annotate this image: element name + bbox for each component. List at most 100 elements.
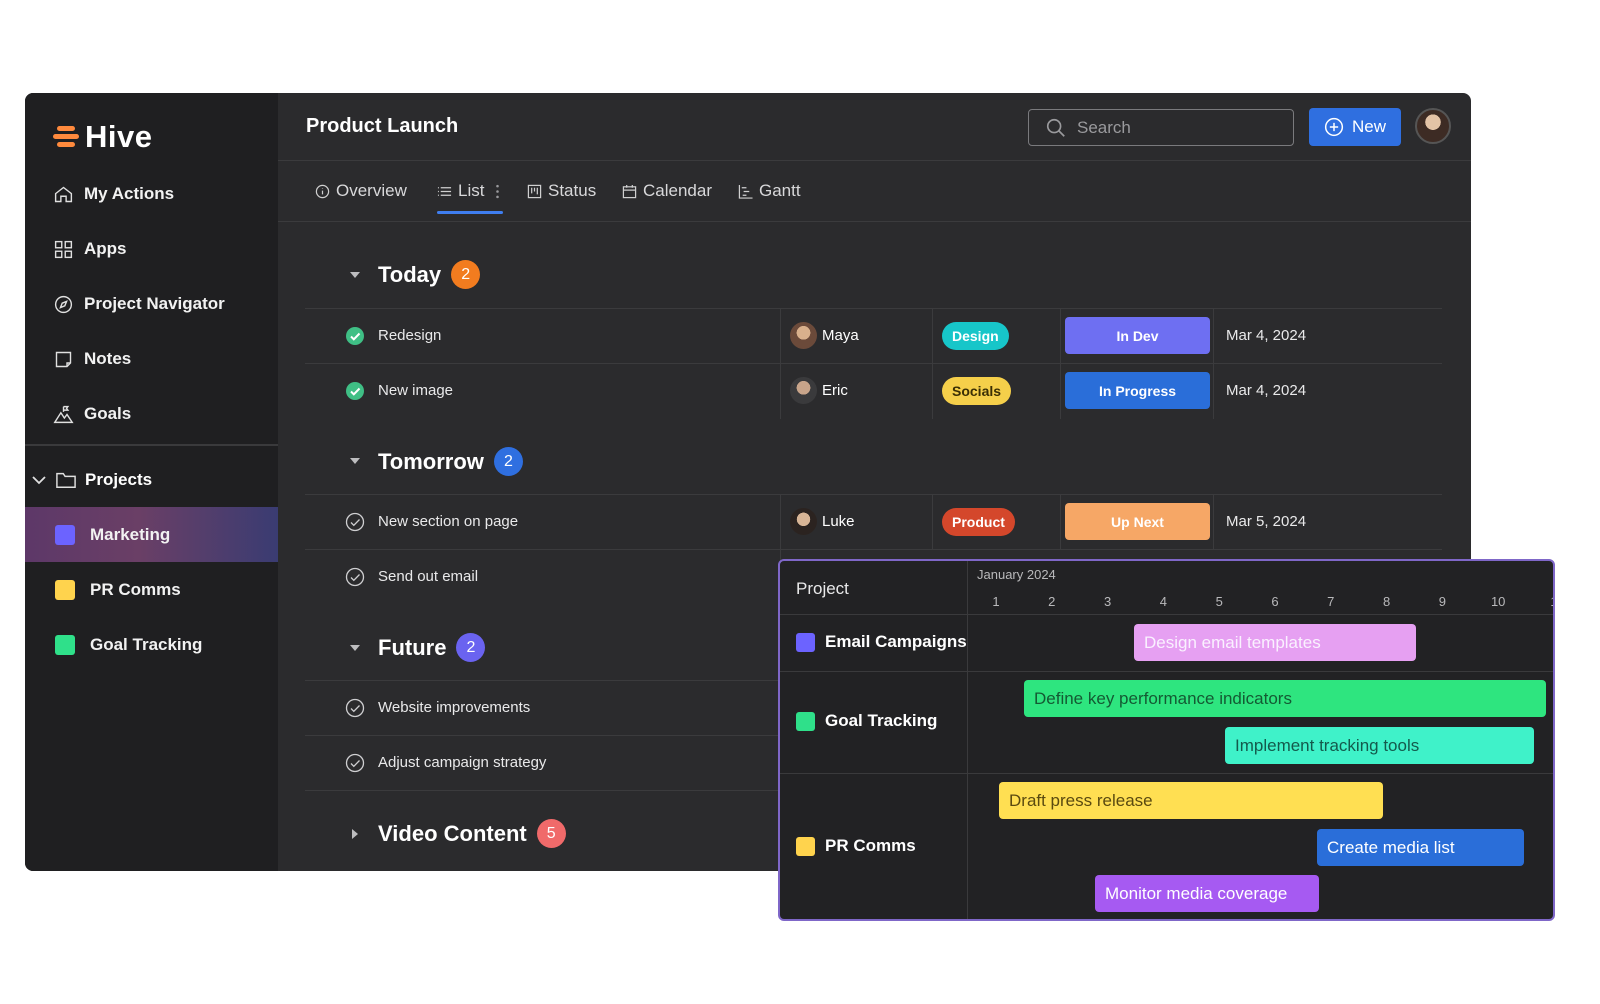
- assignee[interactable]: Luke: [790, 508, 855, 535]
- project-color-swatch: [796, 711, 815, 731]
- sidebar-project-goal-tracking[interactable]: Goal Tracking: [25, 617, 278, 672]
- tab-list[interactable]: List: [437, 181, 505, 201]
- gantt-day-label: 1: [992, 594, 1000, 609]
- note-icon: [55, 351, 72, 367]
- checkmark-circle-icon[interactable]: [345, 753, 365, 773]
- gantt-day-label: 10: [1490, 594, 1506, 609]
- gantt-bar-define-kpis[interactable]: Define key performance indicators: [1024, 680, 1546, 717]
- tab-calendar[interactable]: Calendar: [622, 181, 712, 201]
- new-button[interactable]: New: [1309, 108, 1401, 146]
- table-row[interactable]: Redesign Maya Design In Dev Mar 4, 2024: [305, 308, 1442, 364]
- gantt-day-label: 4: [1159, 594, 1167, 609]
- tab-label: Gantt: [759, 181, 801, 200]
- more-vertical-icon[interactable]: [490, 184, 505, 199]
- tab-overview[interactable]: Overview: [315, 181, 407, 201]
- tag-badge[interactable]: Design: [942, 322, 1009, 350]
- group-title: Video Content: [378, 820, 527, 846]
- gantt-bar-implement-tracking-tools[interactable]: Implement tracking tools: [1225, 727, 1534, 764]
- tab-label: Status: [548, 181, 597, 200]
- list-icon: [437, 186, 452, 196]
- page-title: Product Launch: [306, 115, 459, 137]
- table-row[interactable]: New section on page Luke Product Up Next…: [305, 494, 1442, 550]
- group-header-future[interactable]: Future 2: [378, 633, 486, 662]
- gantt-panel: Project January 2024 1 2 3 4 5 6 7 8 9 10 1 Email …: [778, 559, 1555, 921]
- search-icon: [1046, 118, 1065, 137]
- gantt-row-label: Goal Tracking: [825, 711, 938, 730]
- checkmark-done-icon[interactable]: [345, 381, 365, 401]
- avatar: [790, 377, 817, 404]
- group-header-video-content[interactable]: Video Content 5: [378, 819, 566, 848]
- gantt-bar-draft-press-release[interactable]: Draft press release: [999, 782, 1383, 819]
- gantt-day-label: 2: [1048, 594, 1056, 609]
- hive-logo[interactable]: Hive: [53, 119, 152, 155]
- group-title: Today: [378, 261, 442, 287]
- group-count-badge: 2: [451, 260, 481, 289]
- cell-divider: [1060, 364, 1061, 419]
- tab-label: Overview: [336, 181, 407, 200]
- gantt-row-label: PR Comms: [825, 836, 916, 855]
- collapse-caret-icon[interactable]: [350, 458, 360, 464]
- sidebar-item-my-actions[interactable]: My Actions: [53, 179, 174, 209]
- gantt-row-goal-tracking[interactable]: Goal Tracking: [796, 711, 937, 731]
- gantt-month-label: January 2024: [977, 567, 1056, 582]
- group-count-badge: 2: [456, 633, 486, 662]
- avatar: [790, 508, 817, 535]
- tab-label: Calendar: [643, 181, 712, 200]
- status-badge[interactable]: Up Next: [1065, 503, 1210, 540]
- cell-divider: [1060, 309, 1061, 364]
- tag-badge[interactable]: Product: [942, 508, 1015, 536]
- project-label: Goal Tracking: [90, 634, 203, 654]
- gantt-day-label: 3: [1103, 594, 1112, 609]
- checkmark-circle-icon[interactable]: [345, 512, 365, 532]
- task-name: New section on page: [378, 513, 519, 530]
- cell-divider: [1060, 495, 1061, 550]
- sidebar-project-marketing[interactable]: Marketing: [25, 507, 278, 562]
- checkmark-done-icon[interactable]: [345, 326, 365, 346]
- tab-gantt[interactable]: Gantt: [738, 181, 801, 201]
- gantt-bar-create-media-list[interactable]: Create media list: [1317, 829, 1524, 866]
- sidebar-item-project-navigator[interactable]: Project Navigator: [53, 289, 225, 319]
- assignee-name: Maya: [822, 327, 859, 344]
- gantt-row-pr-comms[interactable]: PR Comms: [796, 836, 916, 856]
- group-title: Future: [378, 634, 447, 660]
- collapse-caret-icon[interactable]: [350, 272, 360, 278]
- due-date[interactable]: Mar 5, 2024: [1226, 513, 1306, 530]
- group-count-badge: 5: [536, 819, 566, 848]
- plus-circle-icon: [1324, 117, 1344, 137]
- project-color-swatch: [55, 634, 75, 655]
- checkmark-circle-icon[interactable]: [345, 698, 365, 718]
- group-header-today[interactable]: Today 2: [378, 260, 481, 289]
- sidebar-project-pr-comms[interactable]: PR Comms: [25, 562, 278, 617]
- user-avatar[interactable]: [1415, 108, 1451, 144]
- assignee[interactable]: Maya: [790, 322, 859, 349]
- status-badge[interactable]: In Dev: [1065, 317, 1210, 354]
- gantt-bar-design-email-templates[interactable]: Design email templates: [1134, 624, 1416, 661]
- tag-badge[interactable]: Socials: [942, 377, 1012, 405]
- task-name: Website improvements: [378, 699, 531, 716]
- gantt-bar-monitor-media-coverage[interactable]: Monitor media coverage: [1095, 875, 1319, 912]
- table-row[interactable]: New image Eric Socials In Progress Mar 4…: [305, 363, 1442, 419]
- sidebar-item-apps[interactable]: Apps: [53, 234, 127, 264]
- sidebar-item-label: Apps: [84, 239, 127, 258]
- due-date[interactable]: Mar 4, 2024: [1226, 327, 1306, 344]
- due-date[interactable]: Mar 4, 2024: [1226, 382, 1306, 399]
- collapse-caret-icon[interactable]: [350, 645, 360, 651]
- assignee[interactable]: Eric: [790, 377, 848, 404]
- sidebar-item-notes[interactable]: Notes: [53, 344, 131, 374]
- gantt-row-label: Email Campaigns: [825, 632, 967, 651]
- task-name: Send out email: [378, 568, 479, 585]
- group-header-tomorrow[interactable]: Tomorrow 2: [378, 447, 523, 476]
- search-input[interactable]: Search: [1028, 109, 1294, 146]
- checkmark-circle-icon[interactable]: [345, 567, 365, 587]
- cell-divider: [780, 309, 781, 364]
- tab-status[interactable]: Status: [527, 181, 596, 201]
- gantt-row-email-campaigns[interactable]: Email Campaigns: [796, 632, 967, 652]
- sidebar-item-goals[interactable]: Goals: [53, 399, 131, 429]
- project-label: PR Comms: [90, 579, 181, 599]
- expand-caret-icon[interactable]: [352, 829, 358, 839]
- projects-section-toggle[interactable]: Projects: [31, 465, 152, 495]
- status-badge[interactable]: In Progress: [1065, 372, 1210, 409]
- chevron-down-icon: [32, 476, 46, 485]
- cell-divider: [1213, 495, 1214, 550]
- gantt-day-label: 1: [1544, 594, 1553, 609]
